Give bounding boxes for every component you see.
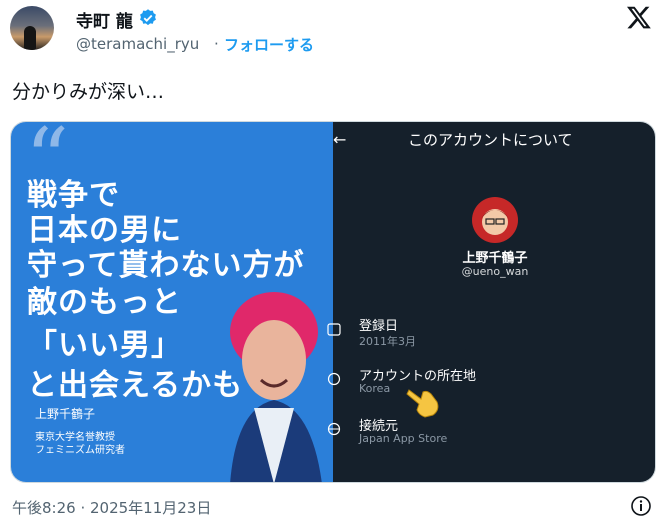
x-logo-icon[interactable] [626, 4, 652, 30]
joined-value: 2011年3月 [359, 335, 416, 348]
quote-line-4: 敵のもっと [27, 285, 182, 320]
tweet-media[interactable]: “ 戦争で 日本の男に 守って貰わない方が 敵のもっと 「いい男」 と出会えるか… [10, 121, 656, 483]
profile-display-name: 上野千鶴子 [462, 251, 528, 266]
handle-separator: · [214, 35, 219, 53]
portrait-photo [230, 292, 322, 482]
quote-caption-2: フェミニズム研究者 [35, 445, 125, 456]
author-avatar[interactable] [10, 6, 54, 50]
verified-badge-icon [140, 9, 156, 26]
tweet-timestamp[interactable]: 午後8:26 · 2025年11月23日 [12, 497, 211, 518]
info-icon[interactable] [630, 495, 652, 517]
account-info-screenshot[interactable]: ← このアカウントについて 上野千鶴子 @ueno_wan 登録日 2011年3… [327, 122, 655, 482]
back-arrow-icon: ← [333, 130, 347, 149]
follow-button[interactable]: フォローする [224, 34, 314, 55]
connected-via-value: Japan App Store [359, 432, 448, 445]
quote-author-name: 上野千鶴子 [35, 407, 96, 421]
quote-line-6: と出会えるかも [27, 368, 244, 403]
author-handle[interactable]: @teramachi_ryu [76, 35, 199, 53]
author-name[interactable]: 寺町 龍 [76, 7, 133, 32]
profile-avatar [472, 197, 518, 243]
pointing-hand-icon [406, 389, 439, 418]
joined-label: 登録日 [359, 319, 399, 334]
location-icon [327, 372, 341, 386]
tweet-text: 分かりみが深い… [12, 81, 165, 103]
quote-image[interactable]: “ 戦争で 日本の男に 守って貰わない方が 敵のもっと 「いい男」 と出会えるか… [11, 122, 333, 482]
quote-line-5: 「いい男」 [27, 328, 182, 363]
globe-icon [327, 422, 341, 436]
profile-handle: @ueno_wan [461, 265, 529, 278]
location-value: Korea [359, 382, 391, 395]
account-info-header: このアカウントについて [408, 131, 573, 149]
calendar-icon [327, 323, 341, 336]
